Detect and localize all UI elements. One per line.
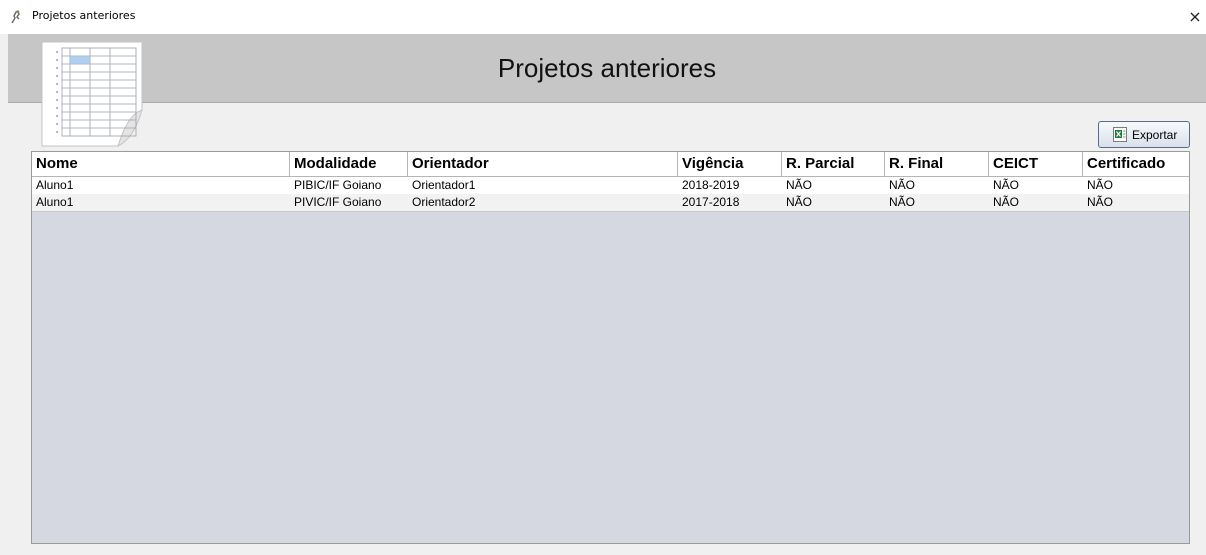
title-bar: Projetos anteriores × [0,0,1206,34]
cell-nome: Aluno1 [36,178,74,192]
spreadsheet-document-icon [41,41,143,147]
cell-r-final: NÃO [889,195,916,209]
table-header: Nome Modalidade Orientador Vigência R. P… [32,152,1189,177]
cell-orientador: Orientador2 [412,195,476,209]
cell-nome: Aluno1 [36,195,74,209]
column-header-orientador[interactable]: Orientador [408,152,678,176]
column-header-modalidade[interactable]: Modalidade [290,152,408,176]
window-title: Projetos anteriores [32,9,136,22]
export-button[interactable]: Exportar [1098,121,1190,148]
table-row[interactable]: Aluno1 PIVIC/IF Goiano Orientador2 2017-… [32,194,1189,212]
projects-table[interactable]: Nome Modalidade Orientador Vigência R. P… [31,151,1190,544]
page-title: Projetos anteriores [497,53,717,83]
cell-orientador: Orientador1 [412,178,476,192]
close-button[interactable]: × [1184,6,1206,28]
column-header-ceict[interactable]: CEICT [989,152,1083,176]
column-header-vigencia[interactable]: Vigência [678,152,782,176]
column-header-r-parcial[interactable]: R. Parcial [782,152,885,176]
cell-r-final: NÃO [889,178,916,192]
cell-certificado: NÃO [1087,178,1114,192]
cell-vigencia: 2017-2018 [682,195,740,209]
cell-ceict: NÃO [993,178,1020,192]
column-header-r-final[interactable]: R. Final [885,152,989,176]
cell-ceict: NÃO [993,195,1020,209]
cell-certificado: NÃO [1087,195,1114,209]
column-header-nome[interactable]: Nome [32,152,290,176]
cell-vigencia: 2018-2019 [682,178,740,192]
column-header-certificado[interactable]: Certificado [1083,152,1189,176]
table-row[interactable]: Aluno1 PIBIC/IF Goiano Orientador1 2018-… [32,177,1189,194]
cell-modalidade: PIVIC/IF Goiano [294,195,382,209]
cell-r-parcial: NÃO [786,195,813,209]
header-banner: Projetos anteriores [8,34,1206,103]
export-button-label: Exportar [1132,128,1178,142]
excel-icon [1113,127,1127,142]
cell-modalidade: PIBIC/IF Goiano [294,178,382,192]
app-icon [11,10,20,24]
cell-r-parcial: NÃO [786,178,813,192]
